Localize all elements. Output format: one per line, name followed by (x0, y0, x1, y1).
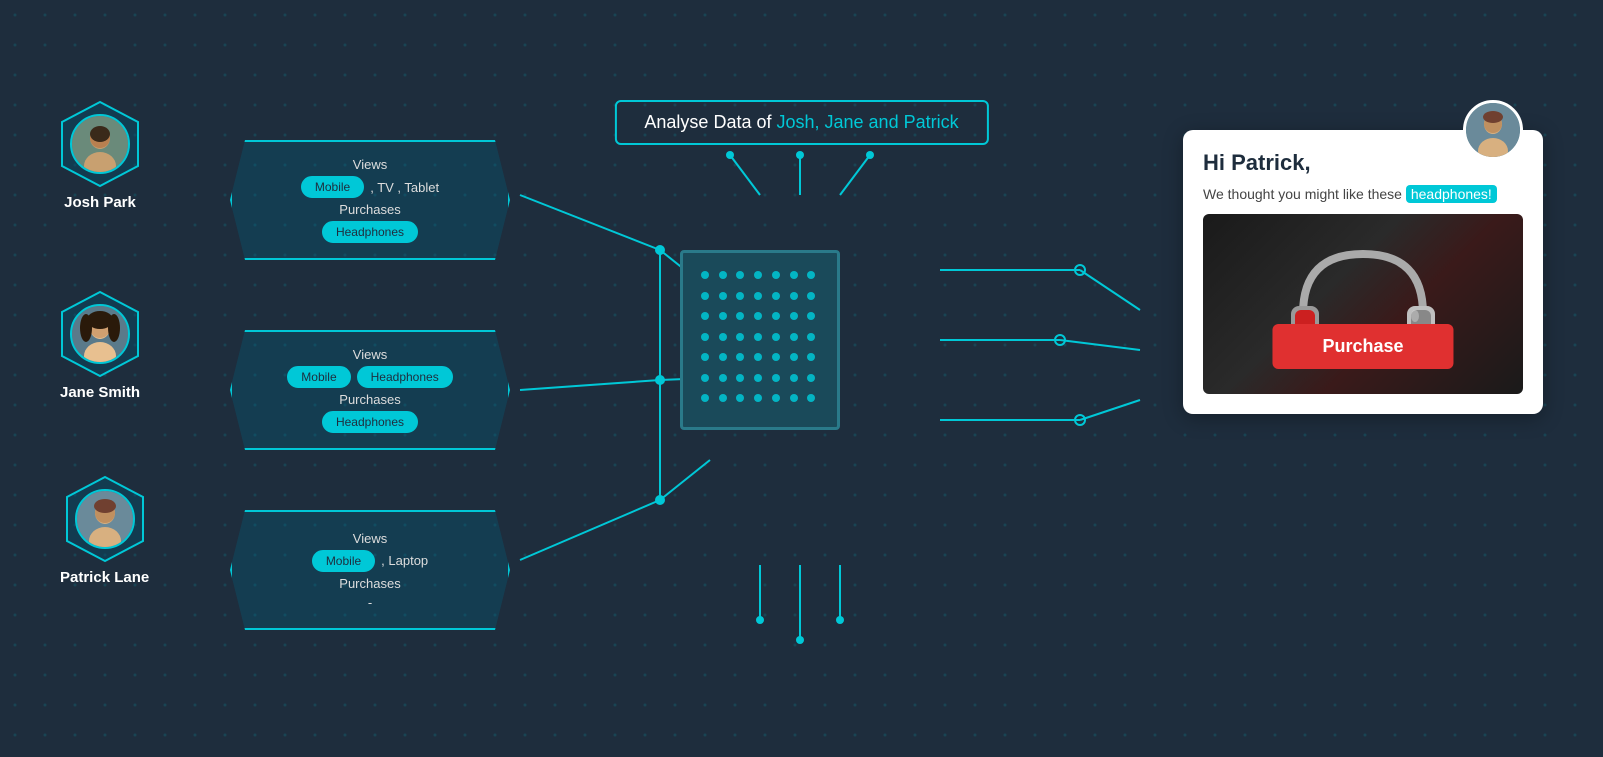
josh-purchase-tag-0: Headphones (322, 221, 418, 243)
patrick-avatar (75, 489, 135, 549)
josh-avatar (70, 114, 130, 174)
analyse-label: Analyse Data of Josh, Jane and Patrick (614, 100, 988, 145)
patrick-rec-avatar (1463, 100, 1523, 160)
jane-views-label: Views (353, 347, 387, 362)
jane-avatar (70, 304, 130, 364)
jane-data-box: Views Mobile Headphones Purchases Headph… (230, 330, 510, 450)
rec-highlight: headphones! (1406, 185, 1497, 203)
patrick-purchase-tag-0: - (368, 595, 372, 610)
person-jane: Jane Smith (60, 290, 140, 401)
patrick-avatar-hex (65, 475, 145, 563)
rec-body: We thought you might like these headphon… (1203, 186, 1523, 202)
patrick-views-label: Views (353, 531, 387, 546)
jane-purchases-label: Purchases (339, 392, 400, 407)
josh-data-box: Views Mobile , TV , Tablet Purchases Hea… (230, 140, 510, 260)
jane-view-tag-0: Mobile (287, 366, 350, 388)
analyse-names: Josh, Jane and Patrick (776, 112, 958, 132)
headphones-image: Purchase (1203, 214, 1523, 394)
josh-name: Josh Park (64, 194, 136, 211)
jane-purchase-tag-0: Headphones (322, 411, 418, 433)
cpu-inner (680, 250, 840, 430)
jane-view-tag-1: Headphones (357, 366, 453, 388)
josh-purchases-label: Purchases (339, 202, 400, 217)
cpu-dots (683, 253, 837, 427)
josh-view-tag-0: Mobile (301, 176, 364, 198)
purchase-button[interactable]: Purchase (1272, 324, 1453, 369)
josh-avatar-hex (60, 100, 140, 188)
recommendation-card: Hi Patrick, We thought you might like th… (1183, 130, 1543, 414)
patrick-data-box: Views Mobile , Laptop Purchases - (230, 510, 510, 630)
patrick-purchases-label: Purchases (339, 576, 400, 591)
patrick-name: Patrick Lane (60, 569, 149, 586)
josh-views-label: Views (353, 157, 387, 172)
cpu-chip (660, 230, 860, 450)
person-patrick: Patrick Lane (60, 475, 149, 586)
jane-avatar-hex (60, 290, 140, 378)
person-josh: Josh Park (60, 100, 140, 211)
jane-name: Jane Smith (60, 384, 140, 401)
patrick-view-tag-0: Mobile (312, 550, 375, 572)
